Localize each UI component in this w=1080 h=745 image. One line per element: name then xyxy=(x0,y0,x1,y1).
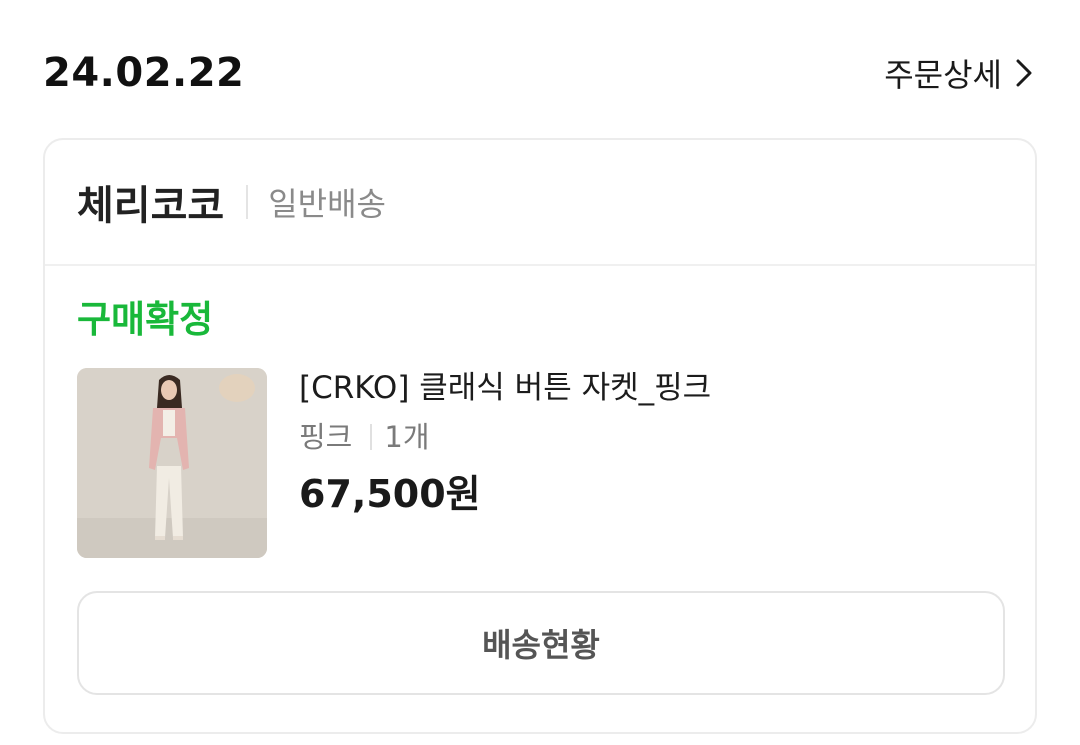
product-name[interactable]: [CRKO] 클래식 버튼 자켓_핑크 xyxy=(299,368,711,408)
product-quantity: 1개 xyxy=(384,420,430,454)
order-history-page: 24.02.22 주문상세 체리코코 일반배송 구매확정 [CRKO] 클래식 … xyxy=(0,0,1080,745)
shipping-type: 일반배송 xyxy=(268,185,386,223)
delivery-status-button[interactable]: 배송현황 xyxy=(77,591,1005,695)
seller-header: 체리코코 일반배송 xyxy=(45,140,1035,266)
order-item-section: 구매확정 [CRKO] 클래식 버튼 자켓_핑크 핑크 1개 67,500원 배… xyxy=(45,266,1035,695)
divider xyxy=(246,185,249,219)
product-price: 67,500원 xyxy=(299,472,481,516)
seller-name[interactable]: 체리코코 xyxy=(77,173,224,231)
product-thumbnail[interactable] xyxy=(77,368,267,558)
order-detail-label: 주문상세 xyxy=(884,56,1002,94)
order-header: 24.02.22 주문상세 xyxy=(43,40,1036,106)
product-photo xyxy=(77,368,267,558)
order-detail-link[interactable]: 주문상세 xyxy=(884,50,1036,96)
product-option: 핑크 xyxy=(299,420,353,454)
product-info: [CRKO] 클래식 버튼 자켓_핑크 핑크 1개 67,500원 xyxy=(299,368,711,558)
order-status: 구매확정 xyxy=(77,298,214,341)
product-options: 핑크 1개 xyxy=(299,420,711,454)
product-row[interactable]: [CRKO] 클래식 버튼 자켓_핑크 핑크 1개 67,500원 xyxy=(77,368,1003,558)
order-date: 24.02.22 xyxy=(43,50,245,96)
chevron-right-icon xyxy=(1016,59,1032,87)
order-card: 체리코코 일반배송 구매확정 [CRKO] 클래식 버튼 자켓_핑크 핑크 1개… xyxy=(43,138,1037,734)
divider xyxy=(370,424,373,450)
